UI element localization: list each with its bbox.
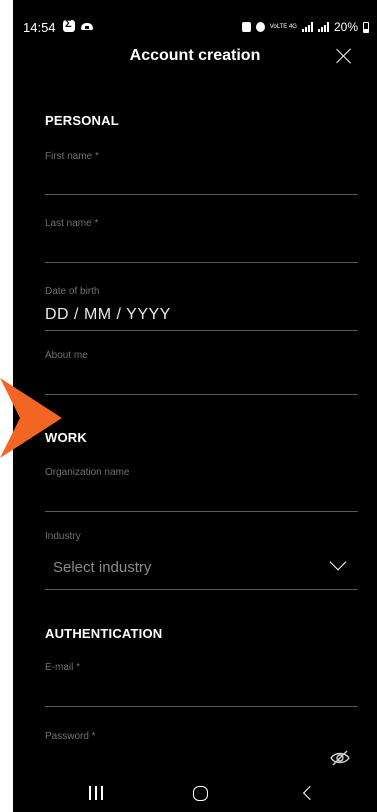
- last-name-underline: [45, 262, 358, 263]
- organization-input[interactable]: [45, 482, 358, 508]
- section-authentication-title: AUTHENTICATION: [45, 626, 163, 641]
- date-of-birth-underline: [45, 330, 358, 331]
- status-bar: 14:54 VoLTE 4G 20%: [13, 0, 377, 36]
- section-personal-title: PERSONAL: [45, 113, 119, 128]
- battery-percent: 20%: [333, 20, 358, 34]
- industry-label: Industry: [45, 531, 81, 542]
- industry-underline: [45, 589, 358, 590]
- app-screen: 14:54 VoLTE 4G 20% Account creation PERS…: [13, 0, 377, 812]
- email-label: E-mail *: [45, 662, 81, 673]
- cloud-icon: [81, 20, 93, 32]
- network-type-label: VoLTE 4G: [269, 24, 297, 30]
- notification-icon: [63, 18, 75, 32]
- last-name-input[interactable]: [45, 233, 358, 259]
- system-nav-bar: [13, 775, 377, 812]
- date-of-birth-label: Date of birth: [45, 286, 100, 297]
- alarm-icon: [241, 22, 251, 32]
- industry-select[interactable]: Select industry: [53, 559, 151, 576]
- password-input[interactable]: [45, 744, 315, 770]
- chevron-down-icon[interactable]: [329, 553, 347, 571]
- close-icon[interactable]: [336, 48, 352, 64]
- dnd-icon: [255, 22, 265, 32]
- about-me-label: About me: [45, 350, 88, 361]
- battery-icon: [363, 21, 369, 33]
- organization-underline: [45, 511, 358, 512]
- date-of-birth-input[interactable]: [45, 302, 358, 328]
- email-input[interactable]: [45, 677, 358, 703]
- eye-off-icon[interactable]: [329, 749, 351, 767]
- last-name-label: Last name *: [45, 218, 99, 229]
- first-name-underline: [45, 194, 358, 195]
- organization-label: Organization name: [45, 467, 130, 478]
- email-underline: [45, 706, 358, 707]
- home-icon[interactable]: [193, 786, 208, 801]
- pointer-arrow-icon: [0, 378, 62, 458]
- first-name-input[interactable]: [45, 166, 358, 192]
- signal-icon: [301, 22, 313, 32]
- password-label: Password *: [45, 731, 96, 742]
- about-me-input[interactable]: [45, 365, 358, 391]
- first-name-label: First name *: [45, 151, 99, 162]
- back-icon[interactable]: [302, 785, 318, 801]
- signal-icon-2: [317, 22, 329, 32]
- about-me-underline: [45, 394, 358, 395]
- page-title: Account creation: [129, 47, 261, 64]
- recent-apps-icon[interactable]: [89, 786, 103, 800]
- status-indicators: VoLTE 4G 20%: [241, 20, 369, 34]
- status-time: 14:54: [23, 20, 56, 35]
